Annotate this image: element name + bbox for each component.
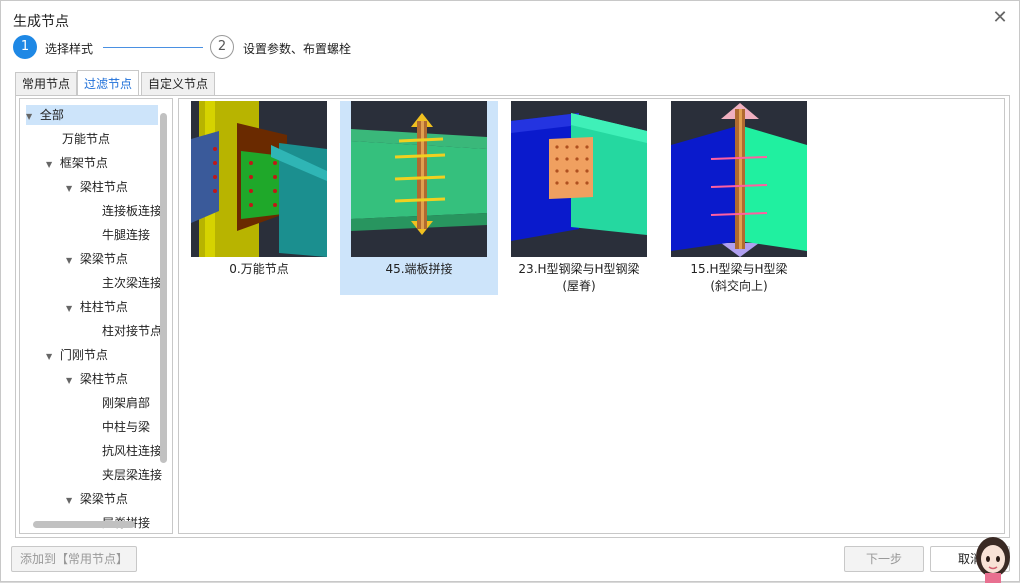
tree-item-label: 全部 bbox=[39, 108, 64, 122]
expand-arrow-icon[interactable]: ▼ bbox=[66, 251, 76, 271]
step-connector bbox=[103, 47, 203, 48]
tree-item-frame[interactable]: ▼ 框架节点 bbox=[46, 153, 108, 173]
tree-item-label: 梁柱节点 bbox=[79, 372, 128, 386]
node-card-caption: 23.H型钢梁与H型钢梁 (屋脊) bbox=[518, 262, 640, 293]
node-card-end-plate-splice[interactable]: 45.端板拼接 bbox=[340, 101, 498, 295]
tree-item-universal[interactable]: 万能节点 bbox=[62, 129, 110, 149]
tree-item-plate-connection[interactable]: 连接板连接 bbox=[102, 201, 162, 221]
tree-item-label: 框架节点 bbox=[59, 156, 108, 170]
tree-item-label: 牛腿连接 bbox=[102, 228, 151, 242]
expand-arrow-icon[interactable]: ▼ bbox=[26, 107, 36, 127]
step-2-label: 设置参数、布置螺栓 bbox=[243, 42, 352, 56]
node-card-universal[interactable]: 0.万能节点 bbox=[180, 101, 338, 295]
dialog-title: 生成节点 bbox=[13, 14, 69, 30]
expand-arrow-icon[interactable]: ▼ bbox=[66, 299, 76, 319]
tree-item-beam-beam[interactable]: ▼ 梁梁节点 bbox=[66, 249, 128, 269]
tree-item-mezzanine-beam[interactable]: 夹层梁连接 bbox=[102, 465, 162, 485]
expand-arrow-icon[interactable]: ▼ bbox=[66, 179, 76, 199]
universal-node-thumbnail bbox=[191, 101, 327, 257]
tree-item-column-splice[interactable]: 柱对接节点 bbox=[102, 321, 162, 341]
step-2-circle: 2 bbox=[210, 35, 234, 59]
tree-item-label: 主次梁连接 bbox=[102, 276, 163, 290]
node-gallery: 0.万能节点 45.端板拼接 23.H型钢梁与H型钢梁 (屋脊) 15.H型梁与… bbox=[178, 98, 1005, 534]
tree-horizontal-scrollbar[interactable] bbox=[33, 521, 135, 528]
close-icon[interactable]: ✕ bbox=[991, 9, 1009, 27]
tab-common-nodes[interactable]: 常用节点 bbox=[15, 72, 78, 95]
tree-item-label: 梁梁节点 bbox=[79, 252, 128, 266]
node-category-tree: ▼ 全部 万能节点 ▼ 框架节点 ▼ 梁柱节点 连接板连接 牛腿连接 ▼ 梁梁节… bbox=[19, 98, 173, 534]
node-card-caption: 45.端板拼接 bbox=[385, 262, 453, 276]
node-card-ridge-beam[interactable]: 23.H型钢梁与H型钢梁 (屋脊) bbox=[500, 101, 658, 295]
tree-item-column-column[interactable]: ▼ 柱柱节点 bbox=[66, 297, 128, 317]
tree-item-middle-column-beam[interactable]: 中柱与梁 bbox=[102, 417, 150, 437]
tree-item-label: 连接板连接 bbox=[102, 204, 163, 218]
expand-arrow-icon[interactable]: ▼ bbox=[46, 347, 56, 367]
end-plate-splice-thumbnail bbox=[351, 101, 487, 257]
node-card-caption: 15.H型梁与H型梁 (斜交向上) bbox=[690, 262, 788, 293]
node-card-skew-upward[interactable]: 15.H型梁与H型梁 (斜交向上) bbox=[660, 101, 818, 295]
expand-arrow-icon[interactable]: ▼ bbox=[66, 371, 76, 391]
tree-item-portal-frame[interactable]: ▼ 门刚节点 bbox=[46, 345, 108, 365]
tree-item-portal-beam-beam[interactable]: ▼ 梁梁节点 bbox=[66, 489, 128, 509]
tab-custom-nodes[interactable]: 自定义节点 bbox=[141, 72, 216, 95]
tree-item-portal-beam-column[interactable]: ▼ 梁柱节点 bbox=[66, 369, 128, 389]
tree-item-wind-column[interactable]: 抗风柱连接 bbox=[102, 441, 162, 461]
tree-item-label: 抗风柱连接 bbox=[102, 444, 163, 458]
expand-arrow-icon[interactable]: ▼ bbox=[46, 155, 56, 175]
tree-item-label: 中柱与梁 bbox=[102, 420, 151, 434]
tree-item-beam-column[interactable]: ▼ 梁柱节点 bbox=[66, 177, 128, 197]
ridge-beam-thumbnail bbox=[511, 101, 647, 257]
next-button[interactable]: 下一步 bbox=[844, 546, 924, 572]
assistant-avatar[interactable] bbox=[973, 529, 1013, 583]
tree-item-label: 柱柱节点 bbox=[79, 300, 128, 314]
tree-item-label: 刚架肩部 bbox=[102, 396, 151, 410]
tree-item-label: 夹层梁连接 bbox=[102, 468, 163, 482]
tree-item-bracket-connection[interactable]: 牛腿连接 bbox=[102, 225, 150, 245]
tree-item-frame-shoulder[interactable]: 刚架肩部 bbox=[102, 393, 150, 413]
add-to-common-button[interactable]: 添加到【常用节点】 bbox=[11, 546, 137, 572]
tree-item-main-secondary-beam[interactable]: 主次梁连接 bbox=[102, 273, 162, 293]
tree-item-all[interactable]: ▼ 全部 bbox=[26, 105, 158, 125]
tab-filter-nodes[interactable]: 过滤节点 bbox=[77, 70, 140, 95]
tree-item-label: 门刚节点 bbox=[59, 348, 108, 362]
node-card-caption: 0.万能节点 bbox=[229, 262, 289, 276]
tree-item-label: 万能节点 bbox=[62, 132, 111, 146]
expand-arrow-icon[interactable]: ▼ bbox=[66, 491, 76, 511]
tree-vertical-scrollbar[interactable] bbox=[160, 113, 167, 463]
generate-node-dialog: 生成节点 ✕ 1 选择样式 2 设置参数、布置螺栓 常用节点 过滤节点 自定义节… bbox=[0, 0, 1020, 583]
tree-item-label: 梁柱节点 bbox=[79, 180, 128, 194]
tree-item-label: 柱对接节点 bbox=[102, 324, 163, 338]
skew-upward-thumbnail bbox=[671, 101, 807, 257]
step-1-circle: 1 bbox=[13, 35, 37, 59]
step-1-label: 选择样式 bbox=[45, 42, 94, 56]
tree-item-label: 梁梁节点 bbox=[79, 492, 128, 506]
